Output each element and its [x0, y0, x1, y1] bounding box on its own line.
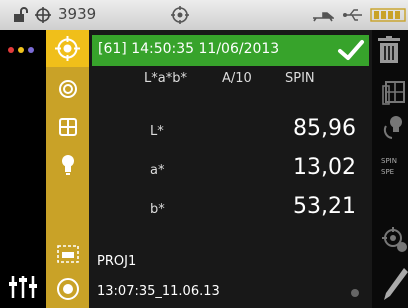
a-star-label: a*	[150, 163, 165, 178]
mode-target-selected[interactable]	[46, 30, 89, 67]
checkmark-icon	[338, 40, 364, 60]
sliders-icon[interactable]	[8, 274, 38, 300]
b-star-value: 53,21	[293, 194, 356, 219]
target-gear-icon[interactable]	[382, 227, 408, 253]
usb-icon	[343, 9, 362, 21]
more-dots-icon[interactable]	[7, 45, 37, 55]
illuminant-label: A/10	[222, 71, 252, 86]
light-bulb-icon[interactable]	[60, 154, 76, 176]
measurement-count: 3939	[58, 5, 97, 23]
measurement-header[interactable]: [61] 14:50:35 11/06/2013	[92, 35, 369, 66]
l-star-label: L*	[150, 124, 164, 139]
status-bar: 3939	[0, 0, 408, 30]
l-star-value: 85,96	[293, 116, 356, 141]
copy-grid-icon[interactable]	[382, 80, 406, 106]
pencil-icon[interactable]	[382, 266, 408, 302]
airplane-mode-icon	[313, 12, 334, 22]
record-button-icon[interactable]	[56, 277, 80, 301]
concentric-circles-icon[interactable]	[58, 79, 78, 99]
b-star-label: b*	[150, 202, 165, 217]
specular-mode-label: SPIN	[285, 71, 315, 86]
project-name: PROJ1	[97, 254, 137, 269]
grid-icon[interactable]	[58, 117, 78, 137]
battery-icon	[370, 8, 406, 22]
spe-label: SPE	[381, 168, 395, 176]
trash-icon[interactable]	[376, 36, 402, 64]
a-star-value: 13,02	[293, 155, 356, 180]
color-space-label: L*a*b*	[144, 71, 187, 86]
spin-label: SPIN	[381, 157, 397, 165]
memory-card-icon[interactable]	[56, 244, 80, 264]
target-icon	[171, 6, 189, 24]
lock-icon	[14, 7, 28, 22]
light-rotate-icon[interactable]	[382, 114, 406, 142]
scroll-indicator-icon	[351, 289, 359, 297]
left-menu-column	[0, 30, 46, 308]
footer-timestamp: 13:07:35_11.06.13	[97, 284, 220, 299]
measurement-timestamp: [61] 14:50:35 11/06/2013	[98, 41, 280, 57]
crosshair-target-icon	[55, 36, 80, 61]
crosshair-icon	[35, 7, 51, 23]
